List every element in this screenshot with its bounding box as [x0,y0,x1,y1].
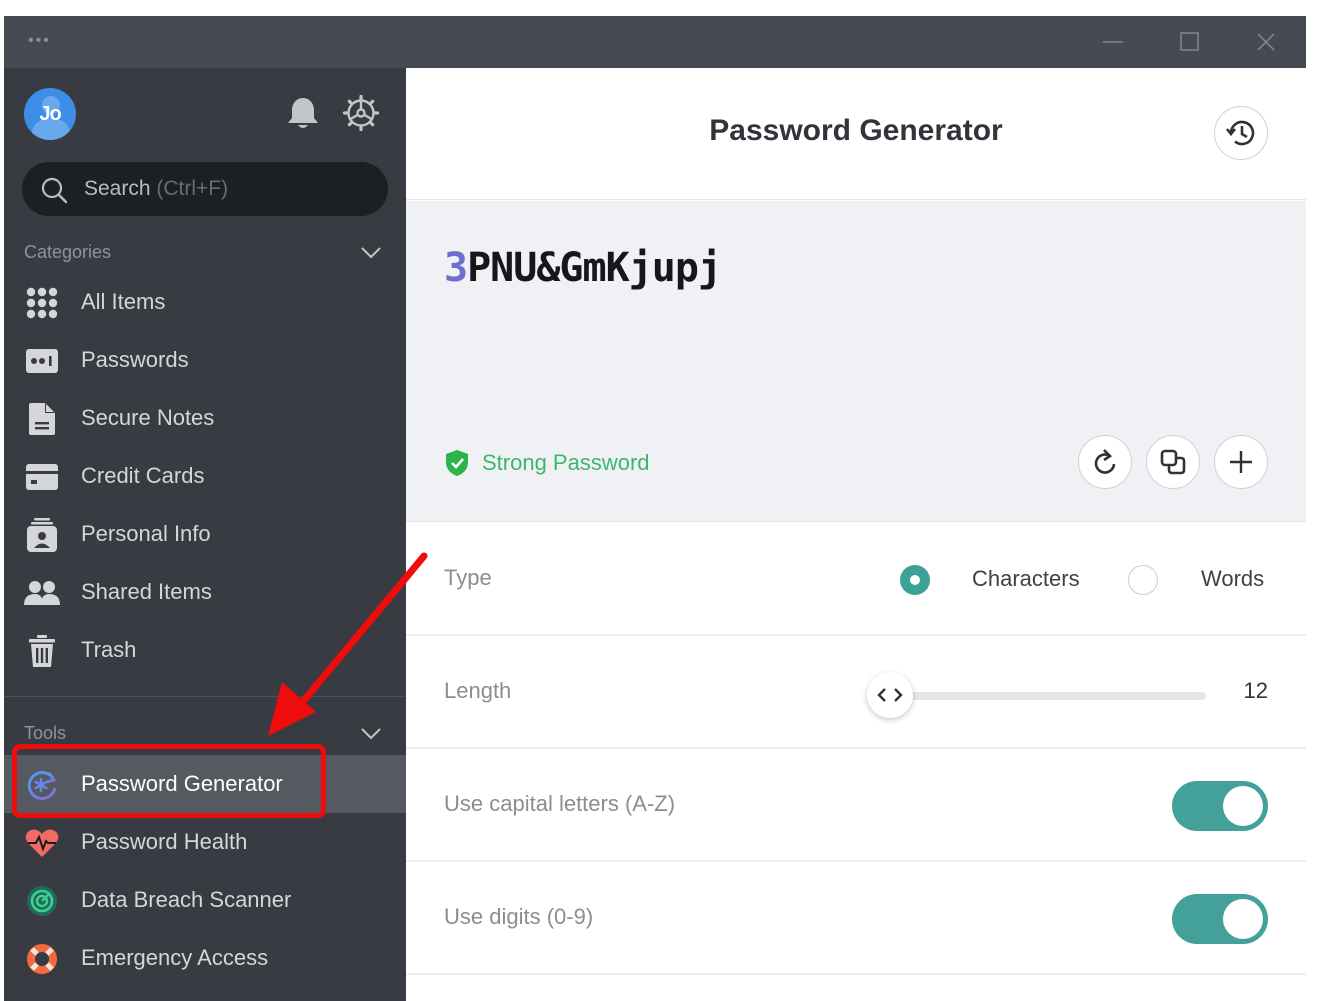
toggle-capitals[interactable] [1172,781,1268,831]
categories-section-header[interactable]: Categories [24,242,386,266]
strength-label: Strong Password [482,450,650,475]
sidebar-item-label: Data Breach Scanner [81,887,292,912]
sidebar-divider [4,696,406,697]
strength-indicator: Strong Password [444,449,650,477]
id-card-icon [24,518,60,552]
sidebar-item-password-health[interactable]: Password Health [4,813,406,871]
radio-words[interactable] [1128,565,1158,595]
sidebar-item-label: All Items [81,289,166,314]
close-icon [1257,33,1275,51]
sidebar-item-label: Password Generator [81,771,283,796]
tools-section-header[interactable]: Tools [24,723,386,747]
sidebar-item-label: Secure Notes [81,405,215,430]
type-row: Type Characters Words [406,523,1306,636]
tools-title: Tools [24,723,67,743]
type-label: Type [444,565,492,590]
sidebar-item-all-items[interactable]: All Items [4,273,406,331]
toggle-digits[interactable] [1172,894,1268,944]
search-placeholder: Search [84,177,151,200]
shield-check-icon [446,450,468,476]
users-icon [24,576,60,610]
main-panel: Password Generator 3PNU&GmKjupj Strong P… [406,68,1306,1001]
sidebar-item-label: Credit Cards [81,463,205,488]
length-value: 12 [1243,678,1268,703]
password-first-char: 3 [444,245,468,291]
maximize-icon [1180,32,1199,51]
chevron-down-icon[interactable] [360,727,382,741]
add-button[interactable] [1214,435,1268,489]
plus-icon [1230,451,1252,473]
minimize-button[interactable] [1098,28,1128,56]
regenerate-button[interactable] [1078,435,1132,489]
sidebar-item-passwords[interactable]: Passwords [4,331,406,389]
grid-icon [24,286,60,320]
password-rest: PNU&GmKjupj [467,245,722,291]
note-icon [24,402,60,436]
sidebar-item-label: Passwords [81,347,189,372]
radio-words-label[interactable]: Words [1201,566,1264,592]
copy-button[interactable] [1146,435,1200,489]
search-shortcut-hint: (Ctrl+F) [156,177,229,200]
main-header: Password Generator [406,68,1306,200]
refresh-icon [1094,449,1116,474]
sidebar-item-secure-notes[interactable]: Secure Notes [4,389,406,447]
gear-icon[interactable] [342,94,380,132]
length-row: Length 12 [406,636,1306,749]
history-button[interactable] [1214,106,1268,160]
app-window: ••• Jo Search (Ctrl+F) Categories All It… [4,16,1306,1001]
categories-title: Categories [24,242,112,262]
page-title: Password Generator [709,114,1003,147]
option-label: Use digits (0-9) [444,904,594,929]
sidebar-item-label: Trash [81,637,137,662]
chevron-down-icon[interactable] [360,246,382,260]
credit-card-icon [24,460,60,494]
length-slider-track[interactable] [888,692,1206,700]
more-dots-icon[interactable]: ••• [28,33,51,49]
sidebar-item-credit-cards[interactable]: Credit Cards [4,447,406,505]
sidebar-item-label: Emergency Access [81,945,269,970]
sidebar-item-label: Shared Items [81,579,212,604]
radar-icon [24,884,60,918]
option-row-digits: Use digits (0-9) [406,862,1306,975]
length-label: Length [444,678,512,703]
maximize-button[interactable] [1175,28,1205,56]
history-icon [1225,120,1255,146]
sidebar-item-emergency-access[interactable]: Emergency Access [4,929,406,987]
sidebar-item-label: Password Health [81,829,248,854]
bell-icon[interactable] [286,96,320,132]
search-icon [41,177,68,204]
generated-password[interactable]: 3PNU&GmKjupj [444,245,722,291]
avatar-initials: Jo [39,103,61,125]
option-label: Use capital letters (A-Z) [444,791,676,816]
radio-characters-label[interactable]: Characters [972,566,1080,592]
search-bar[interactable]: Search (Ctrl+F) [22,162,388,216]
password-icon [24,344,60,378]
option-row-capitals: Use capital letters (A-Z) [406,749,1306,862]
title-bar: ••• [4,16,1306,68]
sidebar-item-trash[interactable]: Trash [4,621,406,679]
sidebar: Jo Search (Ctrl+F) Categories All Items … [4,68,406,1001]
trash-icon [24,634,60,668]
copy-icon [1160,449,1186,475]
search-input[interactable]: Search (Ctrl+F) [84,177,228,201]
radio-characters[interactable] [900,565,930,595]
close-button[interactable] [1251,28,1281,56]
minimize-icon [1103,41,1123,43]
sidebar-item-data-breach-scanner[interactable]: Data Breach Scanner [4,871,406,929]
lifebuoy-icon [24,942,60,976]
password-display-area: 3PNU&GmKjupj Strong Password [406,201,1306,522]
generator-icon [24,768,60,802]
heart-pulse-icon [24,826,60,860]
length-slider-thumb[interactable] [867,672,913,718]
avatar[interactable]: Jo [24,88,76,140]
sidebar-item-personal-info[interactable]: Personal Info [4,505,406,563]
sidebar-item-shared-items[interactable]: Shared Items [4,563,406,621]
sidebar-item-password-generator[interactable]: Password Generator [4,755,406,813]
code-arrows-icon [877,688,903,702]
sidebar-item-label: Personal Info [81,521,211,546]
